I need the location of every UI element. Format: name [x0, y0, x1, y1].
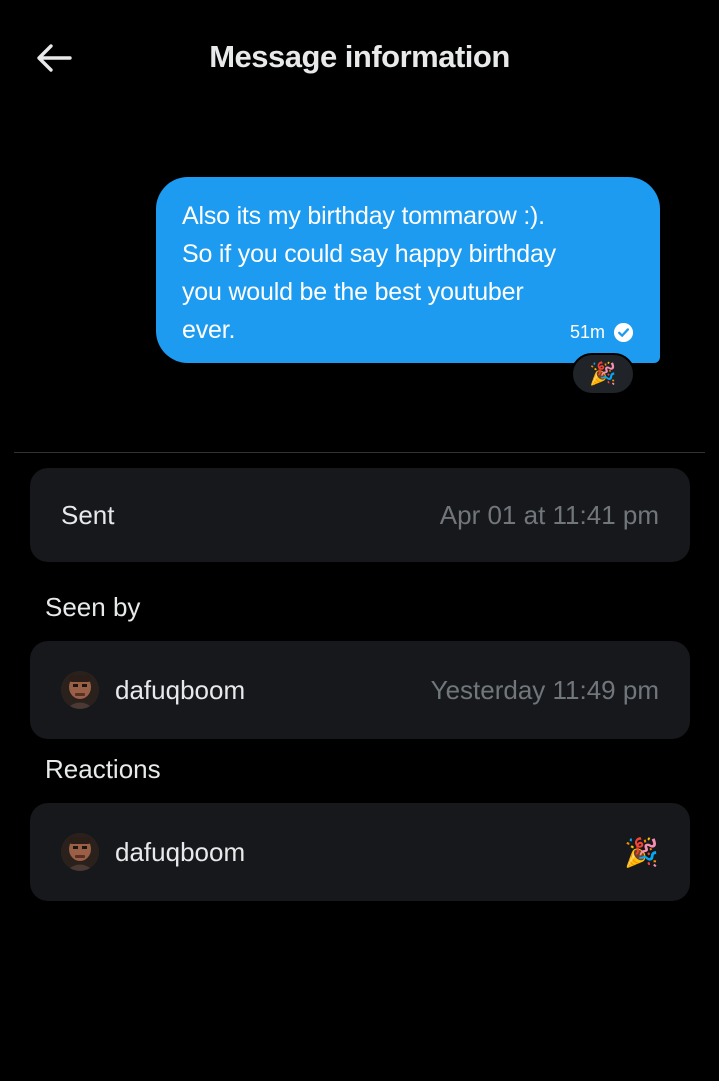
message-time: 51m: [569, 322, 605, 342]
message-meta: 51m: [570, 322, 634, 343]
user-avatar-icon: [61, 833, 99, 871]
check-circle-icon: [613, 322, 634, 343]
sent-label: Sent: [61, 499, 115, 530]
header: Message information: [0, 0, 719, 112]
avatar[interactable]: [61, 671, 99, 709]
party-popper-icon: 🎉: [624, 836, 659, 868]
reaction-username[interactable]: dafuqboom: [115, 837, 245, 868]
seen-time: Yesterday 11:49 pm: [430, 674, 659, 705]
divider: [14, 452, 705, 453]
party-popper-icon: 🎉: [589, 361, 617, 386]
sent-time: Apr 01 at 11:41 pm: [439, 499, 659, 530]
page-title: Message information: [209, 39, 510, 74]
seen-by-username[interactable]: dafuqboom: [115, 675, 245, 706]
seen-by-row[interactable]: dafuqboom Yesterday 11:49 pm: [30, 641, 690, 739]
message-bubble[interactable]: Also its my birthday tommarow :). So if …: [156, 177, 660, 363]
message-reaction-chip[interactable]: 🎉: [571, 353, 635, 395]
avatar[interactable]: [61, 833, 99, 871]
message-text: Also its my birthday tommarow :). So if …: [182, 202, 556, 344]
reaction-row[interactable]: dafuqboom 🎉: [30, 803, 690, 901]
sent-card: Sent Apr 01 at 11:41 pm: [30, 468, 690, 562]
user-avatar-icon: [61, 671, 99, 709]
reactions-title: Reactions: [45, 754, 161, 784]
seen-by-title: Seen by: [45, 592, 141, 622]
